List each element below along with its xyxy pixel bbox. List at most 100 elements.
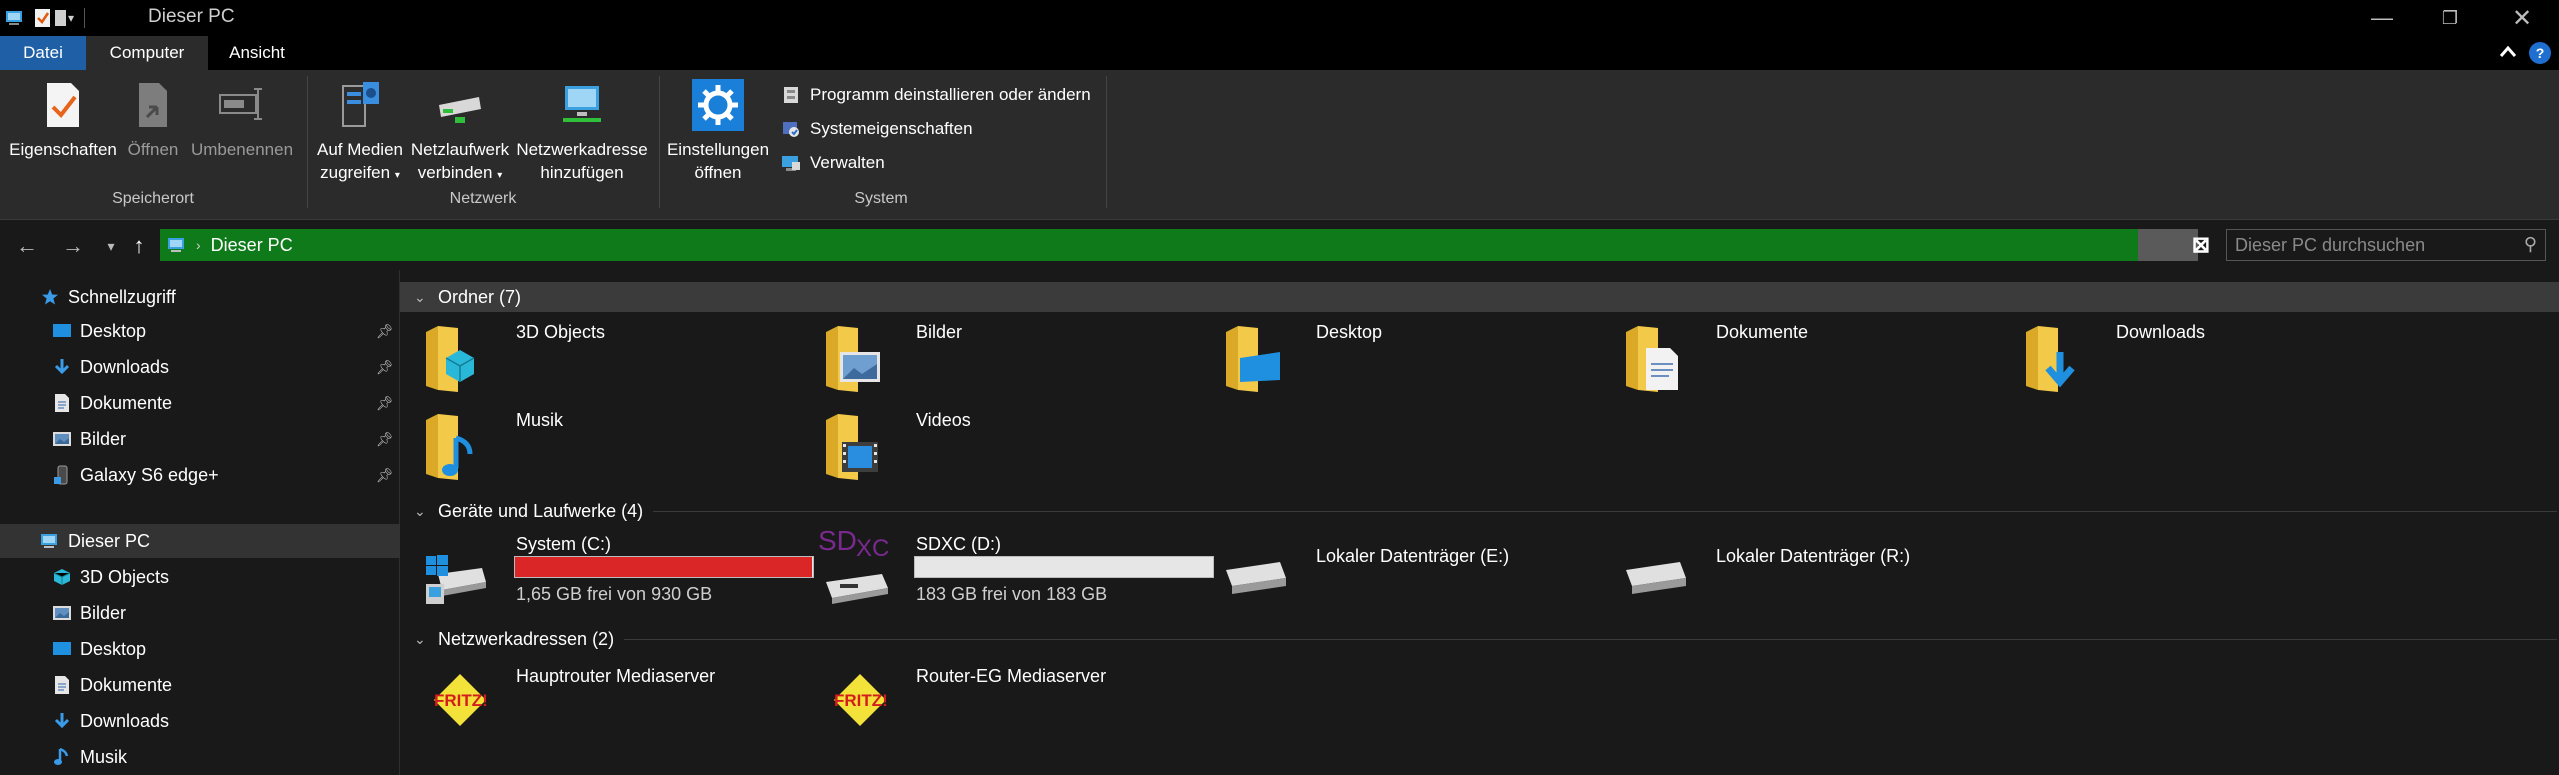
- sidebar-label: Dieser PC: [68, 530, 151, 551]
- folder-downloads-icon: [2024, 324, 2090, 394]
- sidebar-label: Downloads: [80, 356, 170, 377]
- desktop-icon: [50, 319, 74, 343]
- netzlaufwerk-verbinden-button[interactable]: Netzlaufwerk verbinden ▾: [408, 78, 512, 187]
- folder-videos-icon: [824, 412, 890, 482]
- folder-tile-musik[interactable]: Musik: [400, 406, 790, 488]
- netzlaufwerk-label-line2: verbinden ▾: [408, 161, 512, 187]
- folder-tile-bilder[interactable]: Bilder: [800, 318, 1190, 400]
- search-input[interactable]: Dieser PC durchsuchen ⚲: [2226, 229, 2546, 261]
- dropdown-arrow-icon: ▾: [394, 170, 400, 181]
- sidebar-item-schnellzugriff[interactable]: Schnellzugriff: [0, 280, 400, 314]
- umbenennen-button[interactable]: Umbenennen: [188, 78, 296, 161]
- network-tile-hauptrouter[interactable]: FRITZ! Hauptrouter Mediaserver: [400, 662, 790, 744]
- help-icon[interactable]: ?: [2529, 42, 2551, 64]
- open-icon: [126, 78, 180, 132]
- systemeigenschaften-button[interactable]: Systemeigenschaften: [780, 116, 973, 142]
- customize-quick-access-icon[interactable]: ▾: [68, 6, 74, 30]
- document-icon: [50, 391, 74, 415]
- folder-desktop-icon: [1224, 324, 1290, 394]
- drive-tile-c[interactable]: System (C:) 1,65 GB frei von 930 GB: [400, 534, 814, 616]
- search-placeholder: Dieser PC durchsuchen: [2235, 234, 2426, 255]
- address-clear-icon[interactable]: ⊠: [2190, 229, 2212, 261]
- download-arrow-icon: [50, 355, 74, 379]
- tab-datei[interactable]: Datei: [0, 36, 86, 70]
- network-tile-router-eg[interactable]: FRITZ! Router-EG Mediaserver: [800, 662, 1190, 744]
- forward-arrow-icon[interactable]: →: [58, 231, 88, 261]
- section-header-netzwerkadressen[interactable]: ⌄ Netzwerkadressen (2): [400, 624, 2559, 654]
- programm-deinstallieren-button[interactable]: Programm deinstallieren oder ändern: [780, 82, 1091, 108]
- medien-label-line2: zugreifen ▾: [312, 161, 408, 187]
- verwalten-label: Verwalten: [810, 153, 885, 172]
- sidebar-item-musik[interactable]: Musik: [0, 740, 400, 774]
- drive-tile-r[interactable]: Lokaler Datenträger (R:): [1600, 534, 1990, 616]
- folder-tile-desktop[interactable]: Desktop: [1200, 318, 1590, 400]
- pin-icon[interactable]: 📌︎: [376, 431, 394, 448]
- verwalten-button[interactable]: Verwalten: [780, 150, 885, 176]
- sidebar-label: Schnellzugriff: [68, 286, 176, 307]
- breadcrumb-dieser-pc[interactable]: Dieser PC: [211, 235, 293, 256]
- sidebar-item-quick-bilder[interactable]: Bilder 📌︎: [0, 422, 400, 456]
- drive-tile-e[interactable]: Lokaler Datenträger (E:): [1200, 534, 1590, 616]
- netzwerkadresse-label-line2: hinzufügen: [540, 163, 624, 182]
- address-bar-dropdown[interactable]: [2138, 229, 2198, 261]
- address-bar[interactable]: › Dieser PC: [160, 229, 2198, 261]
- fritz-router-icon: FRITZ!: [830, 670, 896, 740]
- this-pc-icon: [38, 529, 62, 553]
- folder-tile-3d-objects[interactable]: 3D Objects: [400, 318, 790, 400]
- folder-name: Desktop: [1316, 322, 1383, 342]
- eigenschaften-button[interactable]: Eigenschaften: [8, 78, 118, 161]
- document-icon: [50, 673, 74, 697]
- breadcrumb-separator-icon: ›: [196, 237, 201, 253]
- section-title: Ordner (7): [438, 286, 522, 307]
- quick-access-properties-icon[interactable]: [34, 6, 52, 30]
- folder-music-icon: [424, 412, 490, 482]
- folder-name: 3D Objects: [516, 322, 606, 342]
- einstellungen-oeffnen-button[interactable]: Einstellungen öffnen: [664, 78, 772, 184]
- pin-icon[interactable]: 📌︎: [376, 467, 394, 484]
- folder-tile-dokumente[interactable]: Dokumente: [1600, 318, 1990, 400]
- explorer-app-icon[interactable]: [4, 6, 26, 30]
- programm-label: Programm deinstallieren oder ändern: [810, 85, 1091, 104]
- sidebar-item-quick-downloads[interactable]: Downloads 📌︎: [0, 350, 400, 384]
- restore-button[interactable]: ❐: [2414, 0, 2486, 36]
- pin-icon[interactable]: 📌︎: [376, 323, 394, 340]
- section-header-ordner[interactable]: ⌄ Ordner (7): [400, 282, 2559, 312]
- back-arrow-icon[interactable]: ←: [12, 231, 42, 261]
- collapse-ribbon-icon[interactable]: [2498, 42, 2518, 68]
- pin-icon[interactable]: 📌︎: [376, 395, 394, 412]
- phone-icon: [50, 463, 74, 487]
- sidebar-item-quick-dokumente[interactable]: Dokumente 📌︎: [0, 386, 400, 420]
- recent-locations-chevron-icon[interactable]: ▾: [96, 231, 126, 261]
- sidebar-label: Desktop: [80, 320, 147, 341]
- drive-name: System (C:): [516, 534, 612, 554]
- sidebar-item-downloads[interactable]: Downloads: [0, 704, 400, 738]
- auf-medien-zugreifen-button[interactable]: Auf Medien zugreifen ▾: [312, 78, 408, 187]
- sidebar-item-dokumente[interactable]: Dokumente: [0, 668, 400, 702]
- star-icon: [38, 285, 62, 309]
- network-location-name: Router-EG Mediaserver: [916, 666, 1107, 686]
- sidebar-item-3d-objects[interactable]: 3D Objects: [0, 560, 400, 594]
- netzwerkadresse-hinzufuegen-button[interactable]: Netzwerkadresse hinzufügen: [512, 78, 652, 184]
- pin-icon[interactable]: 📌︎: [376, 359, 394, 376]
- quick-access-new-folder-icon[interactable]: [54, 6, 68, 30]
- up-arrow-icon[interactable]: ↑: [124, 231, 154, 261]
- medien-label-line1: Auf Medien: [317, 140, 403, 159]
- minimize-button[interactable]: —: [2346, 0, 2418, 36]
- sidebar-item-dieser-pc[interactable]: Dieser PC: [0, 524, 400, 558]
- folder-tile-videos[interactable]: Videos: [800, 406, 1190, 488]
- folder-tile-downloads[interactable]: Downloads: [2000, 318, 2390, 400]
- content-pane: ⌄ Ordner (7) 3D Objects Bilder Desktop D…: [400, 270, 2559, 775]
- sidebar-item-quick-desktop[interactable]: Desktop 📌︎: [0, 314, 400, 348]
- close-button[interactable]: ✕: [2486, 0, 2558, 36]
- section-header-laufwerke[interactable]: ⌄ Geräte und Laufwerke (4): [400, 496, 2559, 526]
- tab-computer[interactable]: Computer: [86, 36, 208, 70]
- drive-tile-d[interactable]: SD XC SDXC (D:) 183 GB frei von 183 GB: [800, 525, 1214, 616]
- search-icon[interactable]: ⚲: [2524, 234, 2537, 255]
- sidebar-item-desktop[interactable]: Desktop: [0, 632, 400, 666]
- oeffnen-button[interactable]: Öffnen: [122, 78, 184, 161]
- tab-ansicht[interactable]: Ansicht: [208, 36, 306, 70]
- section-divider: [653, 510, 2557, 512]
- title-separator: [84, 8, 85, 28]
- sidebar-item-bilder[interactable]: Bilder: [0, 596, 400, 630]
- sidebar-item-quick-galaxy[interactable]: Galaxy S6 edge+ 📌︎: [0, 458, 400, 492]
